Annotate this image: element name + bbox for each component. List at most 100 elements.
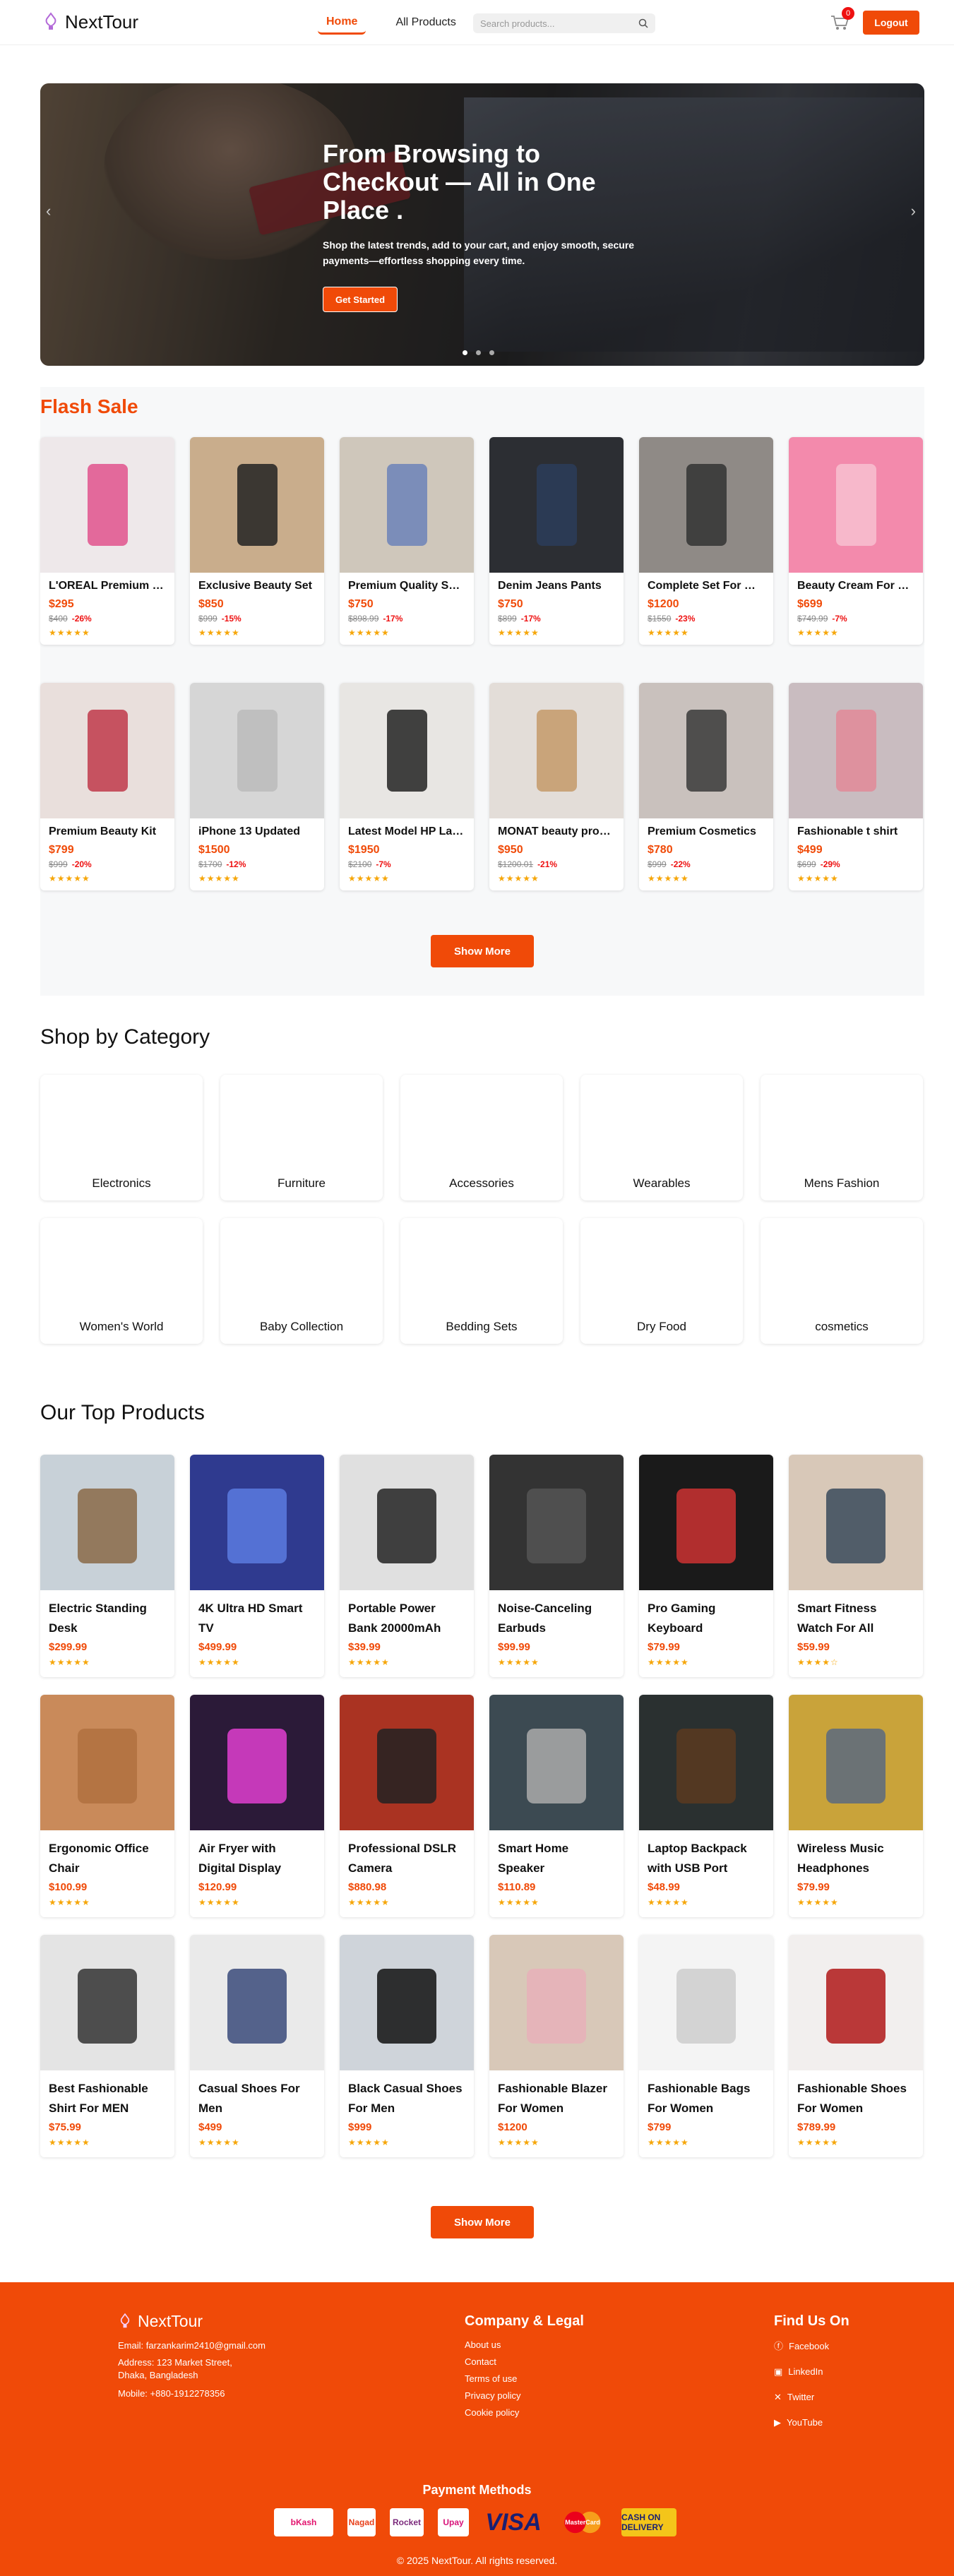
- category-card[interactable]: Wearables: [580, 1075, 743, 1200]
- product-name[interactable]: Casual Shoes For Men: [198, 2079, 316, 2118]
- flash-product-card[interactable]: Denim Jeans Pants $750 $899 -17% ★★★★★: [489, 437, 624, 645]
- product-name[interactable]: Pro Gaming Keyboard: [648, 1599, 765, 1638]
- flash-product-card[interactable]: MONAT beauty products $950 $1200.01-21% ★★★…: [489, 683, 624, 890]
- category-card[interactable]: Accessories: [400, 1075, 563, 1200]
- footer-link[interactable]: About us: [465, 2337, 584, 2354]
- footer-link[interactable]: Cookie policy: [465, 2404, 584, 2421]
- footer-link[interactable]: Privacy policy: [465, 2387, 584, 2404]
- flash-product-card[interactable]: Premium Quality Shirt $750 $898.99 -17% ★★★★…: [340, 437, 474, 645]
- top-product-card[interactable]: Fashionable Blazer For Women $1200 ★★★★★: [489, 1935, 624, 2157]
- product-name[interactable]: Fashionable Blazer For Women: [498, 2079, 615, 2118]
- footer-link[interactable]: Terms of use: [465, 2371, 584, 2387]
- category-card[interactable]: Furniture: [220, 1075, 383, 1200]
- category-card[interactable]: Women's World: [40, 1218, 203, 1344]
- product-name[interactable]: Smart Fitness Watch For All: [797, 1599, 914, 1638]
- product-name[interactable]: Portable Power Bank 20000mAh: [348, 1599, 465, 1638]
- top-show-more-button[interactable]: Show More: [431, 2206, 534, 2238]
- flash-product-card[interactable]: Latest Model HP Laptop $1950 $2100 -7% ★★★★★: [340, 683, 474, 890]
- product-name[interactable]: Latest Model HP Laptop: [348, 825, 465, 838]
- product-image[interactable]: [639, 1455, 773, 1590]
- product-name[interactable]: Noise-Canceling Earbuds: [498, 1599, 615, 1638]
- carousel-prev-icon[interactable]: ‹: [46, 202, 51, 220]
- top-product-card[interactable]: Black Casual Shoes For Men $999 ★★★★★: [340, 1935, 474, 2157]
- category-card[interactable]: Bedding Sets: [400, 1218, 563, 1344]
- product-image[interactable]: [789, 1695, 923, 1830]
- social-facebook[interactable]: ⓕ Facebook: [774, 2334, 849, 2359]
- flash-product-card[interactable]: Beauty Cream For Women $699 $749.99 -7% ★★★★…: [789, 437, 923, 645]
- product-name[interactable]: Premium Quality Shirt: [348, 580, 465, 592]
- product-image[interactable]: [639, 1935, 773, 2070]
- top-product-card[interactable]: Portable Power Bank 20000mAh $39.99 ★★★★★: [340, 1455, 474, 1677]
- get-started-button[interactable]: Get Started: [323, 287, 398, 312]
- category-card[interactable]: Mens Fashion: [761, 1075, 923, 1200]
- logout-button[interactable]: Logout: [863, 11, 919, 35]
- nav-link-home[interactable]: Home: [318, 11, 366, 35]
- carousel-next-icon[interactable]: ›: [911, 202, 916, 220]
- product-name[interactable]: Air Fryer with Digital Display: [198, 1839, 316, 1878]
- top-product-card[interactable]: 4K Ultra HD Smart TV $499.99 ★★★★★: [190, 1455, 324, 1677]
- product-name[interactable]: Wireless Music Headphones: [797, 1839, 914, 1878]
- category-card[interactable]: Baby Collection: [220, 1218, 383, 1344]
- category-card[interactable]: cosmetics: [761, 1218, 923, 1344]
- product-name[interactable]: iPhone 13 Updated: [198, 825, 316, 838]
- product-image[interactable]: [340, 1935, 474, 2070]
- top-product-card[interactable]: Electric Standing Desk $299.99 ★★★★★: [40, 1455, 174, 1677]
- product-image[interactable]: [489, 1935, 624, 2070]
- flash-product-card[interactable]: iPhone 13 Updated $1500 $1700 -12% ★★★★★: [190, 683, 324, 890]
- flash-show-more-button[interactable]: Show More: [431, 935, 534, 967]
- top-product-card[interactable]: Laptop Backpack with USB Port $48.99 ★★★★★: [639, 1695, 773, 1917]
- top-product-card[interactable]: Smart Home Speaker $110.89 ★★★★★: [489, 1695, 624, 1917]
- product-name[interactable]: Black Casual Shoes For Men: [348, 2079, 465, 2118]
- product-image[interactable]: [340, 437, 474, 573]
- category-card[interactable]: Dry Food: [580, 1218, 743, 1344]
- product-name[interactable]: Smart Home Speaker: [498, 1839, 615, 1878]
- product-image[interactable]: [489, 1695, 624, 1830]
- product-image[interactable]: [40, 1695, 174, 1830]
- product-image[interactable]: [40, 683, 174, 818]
- footer-link[interactable]: Contact: [465, 2354, 584, 2371]
- carousel-dot-1[interactable]: [463, 350, 467, 355]
- product-image[interactable]: [639, 1695, 773, 1830]
- top-product-card[interactable]: Best Fashionable Shirt For MEN $75.99 ★★★★…: [40, 1935, 174, 2157]
- flash-product-card[interactable]: Complete Set For Men $1200 $1550 -23% ★★★★★: [639, 437, 773, 645]
- product-image[interactable]: [190, 437, 324, 573]
- brand-logo[interactable]: NextTour: [42, 11, 138, 33]
- product-name[interactable]: L'OREAL Premium Lipstick: [49, 580, 166, 592]
- product-name[interactable]: Beauty Cream For Women: [797, 580, 914, 592]
- top-product-card[interactable]: Smart Fitness Watch For All $59.99 ★★★★☆: [789, 1455, 923, 1677]
- cart-button[interactable]: 0: [830, 7, 854, 32]
- product-image[interactable]: [190, 683, 324, 818]
- top-product-card[interactable]: Fashionable Bags For Women $799 ★★★★★: [639, 1935, 773, 2157]
- product-image[interactable]: [789, 437, 923, 573]
- product-image[interactable]: [190, 1695, 324, 1830]
- flash-product-card[interactable]: Premium Cosmetics $780 $999 -22% ★★★★★: [639, 683, 773, 890]
- product-image[interactable]: [340, 683, 474, 818]
- top-product-card[interactable]: Pro Gaming Keyboard $79.99 ★★★★★: [639, 1455, 773, 1677]
- top-product-card[interactable]: Wireless Music Headphones $79.99 ★★★★★: [789, 1695, 923, 1917]
- product-name[interactable]: Best Fashionable Shirt For MEN: [49, 2079, 166, 2118]
- flash-product-card[interactable]: L'OREAL Premium Lipstick $295 $400-26% ★★★★…: [40, 437, 174, 645]
- product-name[interactable]: 4K Ultra HD Smart TV: [198, 1599, 316, 1638]
- product-image[interactable]: [639, 437, 773, 573]
- product-name[interactable]: Denim Jeans Pants: [498, 580, 615, 592]
- product-name[interactable]: Laptop Backpack with USB Port: [648, 1839, 765, 1878]
- product-name[interactable]: Premium Beauty Kit: [49, 825, 166, 838]
- search-input[interactable]: [480, 18, 638, 29]
- carousel-dot-3[interactable]: [489, 350, 494, 355]
- product-image[interactable]: [340, 1455, 474, 1590]
- product-name[interactable]: Fashionable Shoes For Women: [797, 2079, 914, 2118]
- product-image[interactable]: [40, 1935, 174, 2070]
- product-image[interactable]: [639, 683, 773, 818]
- product-image[interactable]: [40, 437, 174, 573]
- product-image[interactable]: [789, 1455, 923, 1590]
- product-name[interactable]: Professional DSLR Camera: [348, 1839, 465, 1878]
- category-card[interactable]: Electronics: [40, 1075, 203, 1200]
- social-linkedin[interactable]: ▣ LinkedIn: [774, 2359, 849, 2385]
- flash-product-card[interactable]: Exclusive Beauty Set $850 $999 -15% ★★★★★: [190, 437, 324, 645]
- flash-product-card[interactable]: Premium Beauty Kit $799 $999 -20% ★★★★★: [40, 683, 174, 890]
- top-product-card[interactable]: Professional DSLR Camera $880.98 ★★★★★: [340, 1695, 474, 1917]
- top-product-card[interactable]: Noise-Canceling Earbuds $99.99 ★★★★★: [489, 1455, 624, 1677]
- product-name[interactable]: Electric Standing Desk: [49, 1599, 166, 1638]
- product-name[interactable]: Fashionable t shirt: [797, 825, 914, 838]
- product-image[interactable]: [789, 1935, 923, 2070]
